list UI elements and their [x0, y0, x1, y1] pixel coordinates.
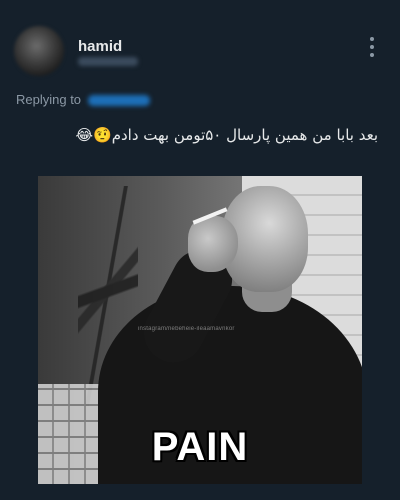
- reply-target-handle-redacted[interactable]: [88, 95, 150, 106]
- more-dot: [370, 53, 374, 57]
- media-person-hand: [188, 216, 238, 272]
- more-dot: [370, 45, 374, 49]
- avatar[interactable]: [14, 26, 64, 76]
- author-display-name[interactable]: hamid: [78, 38, 122, 55]
- more-dot: [370, 37, 374, 41]
- replying-to-label: Replying to: [16, 92, 82, 107]
- media-watermark: instagram/nebeheie-ileaamavnkor: [138, 326, 235, 332]
- more-vertical-icon[interactable]: [364, 37, 380, 57]
- tweet-media-gif[interactable]: instagram/nebeheie-ileaamavnkor PAIN: [38, 176, 362, 484]
- author-handle-redacted: [78, 57, 138, 66]
- media-caption: PAIN: [151, 425, 249, 469]
- tweet-text: بعد بابا من همین پارسال ۵۰تومن بهت دادم🤨…: [75, 126, 379, 144]
